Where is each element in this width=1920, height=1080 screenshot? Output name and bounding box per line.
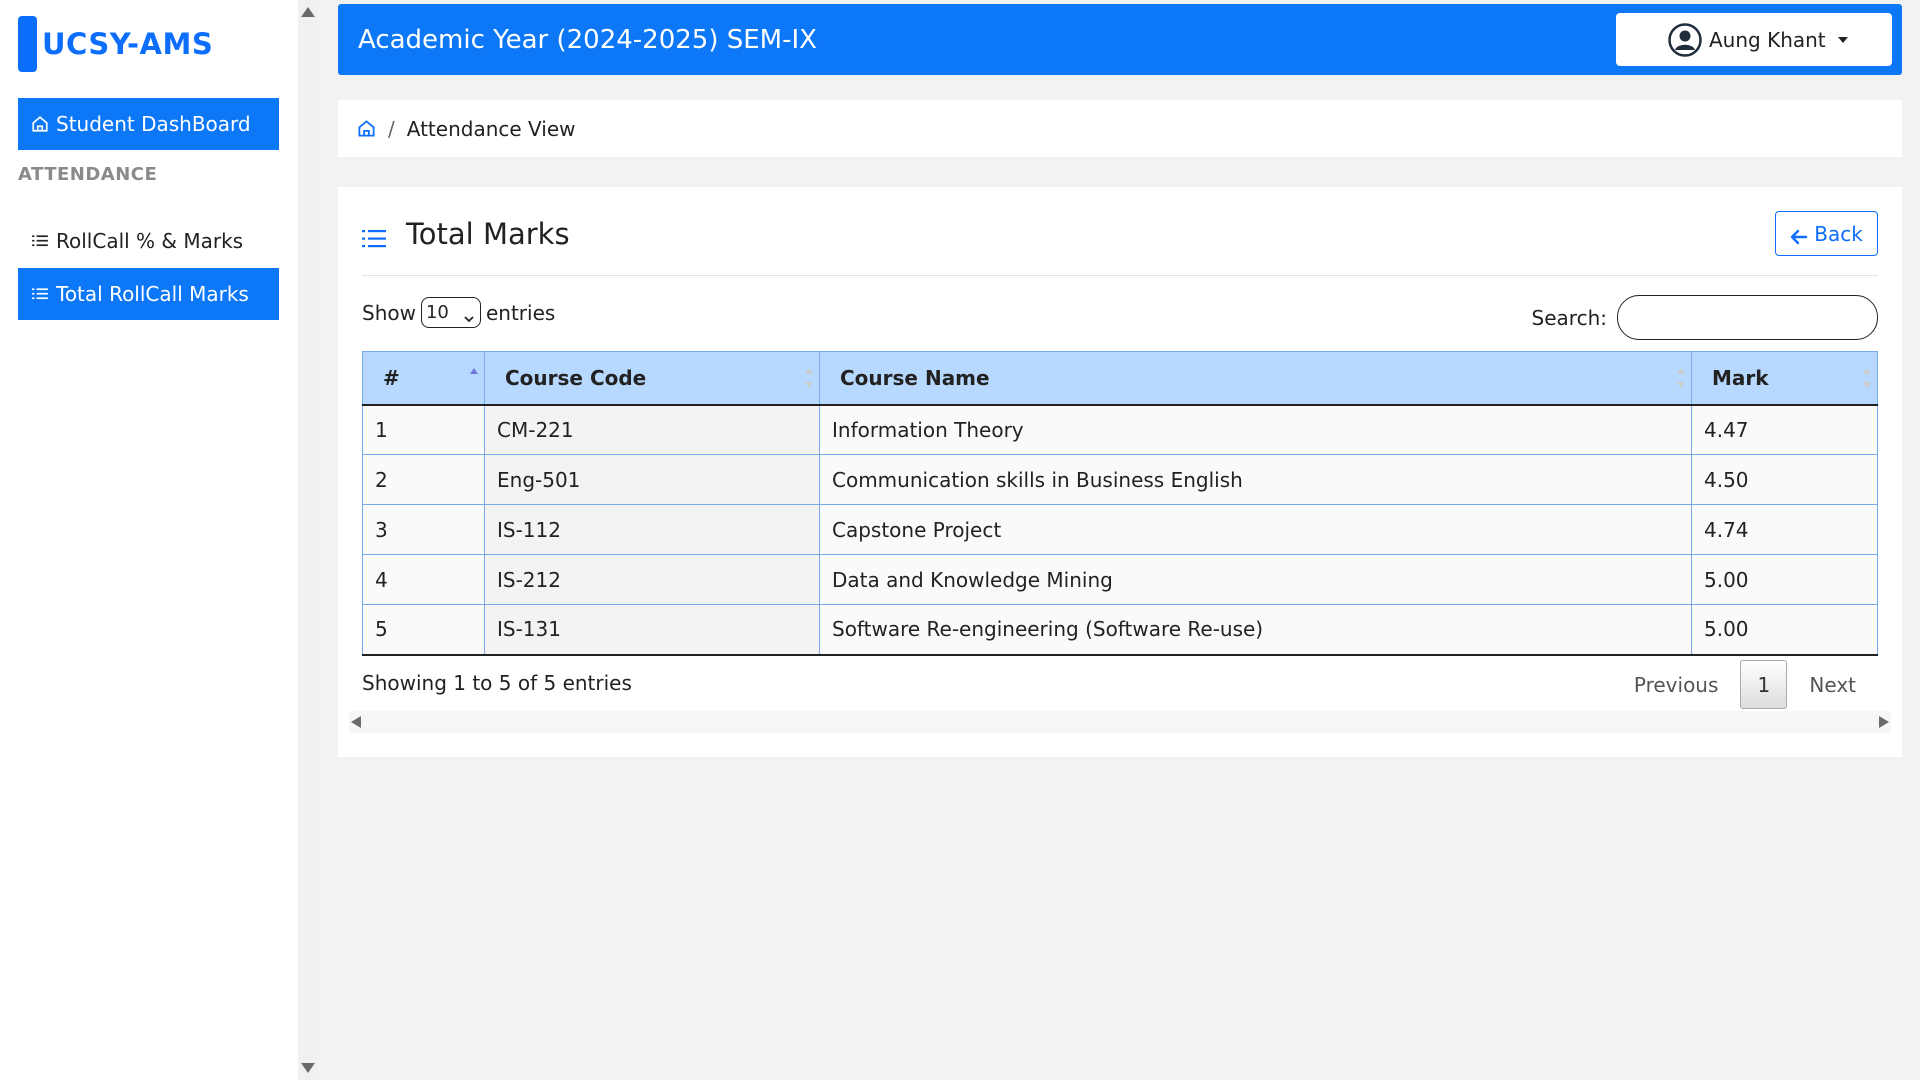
home-icon[interactable] [357,119,376,138]
page-title: Academic Year (2024-2025) SEM-IX [358,24,817,55]
cell-course-name: Data and Knowledge Mining [819,554,1692,605]
table-row: 2 Eng-501 Communication skills in Busine… [362,454,1878,505]
sort-icon [805,368,813,388]
scroll-up-arrow-icon[interactable] [301,7,315,17]
sidebar-item-label: Total RollCall Marks [56,282,249,306]
cell-number: 5 [362,604,485,656]
sort-icon [1863,368,1871,388]
column-header-label: Course Code [505,365,647,390]
cell-mark: 5.00 [1691,604,1878,656]
breadcrumb-current: Attendance View [406,116,576,141]
page-length-value: 10 [425,302,449,323]
cell-course-name: Communication skills in Business English [819,454,1692,505]
user-circle-icon [1668,22,1702,57]
cell-course-code: IS-112 [484,504,820,555]
sort-icon [1677,368,1685,388]
total-marks-card: Total Marks Back Show 10 entries Search:… [338,187,1902,757]
chevron-down-icon [1837,36,1848,43]
list-icon [31,232,49,250]
column-header-label: # [383,365,400,390]
sidebar: UCSY-AMS Student DashBoard ATTENDANCE Ro… [0,0,298,1080]
column-header-label: Course Name [840,365,990,390]
cell-mark: 4.47 [1691,404,1878,455]
back-button-label: Back [1814,221,1863,246]
next-page-button[interactable]: Next [1809,673,1856,697]
brand-logo[interactable]: UCSY-AMS [18,16,213,72]
entries-label: entries [485,300,556,325]
card-title-text: Total Marks [406,217,570,251]
search-control: Search: [1532,295,1878,340]
scroll-right-arrow-icon[interactable] [1879,716,1889,728]
brand-text: UCSY-AMS [42,27,214,61]
sidebar-item-student-dashboard[interactable]: Student DashBoard [18,98,279,150]
cell-course-code: IS-131 [484,604,820,656]
column-header-label: Mark [1712,365,1769,390]
sidebar-item-total-rollcall-marks[interactable]: Total RollCall Marks [18,268,279,320]
column-header-number[interactable]: # [362,351,485,406]
cell-course-code: Eng-501 [484,454,820,505]
pagination: Previous 1 Next [1612,660,1878,709]
show-label: Show [362,300,416,325]
table-row: 5 IS-131 Software Re-engineering (Softwa… [362,604,1878,656]
sidebar-item-label: Student DashBoard [56,112,251,136]
cell-course-code: CM-221 [484,404,820,455]
home-icon [31,115,49,133]
cell-mark: 4.50 [1691,454,1878,505]
scroll-left-arrow-icon[interactable] [351,716,361,728]
top-header: Academic Year (2024-2025) SEM-IX Aung Kh… [338,4,1902,75]
list-icon [362,223,386,248]
arrow-left-icon [1790,226,1808,244]
card-divider [362,275,1878,276]
search-input[interactable] [1617,295,1878,340]
user-menu-button[interactable]: Aung Khant [1616,13,1892,66]
cell-course-name: Capstone Project [819,504,1692,555]
column-header-course-code[interactable]: Course Code [484,351,820,406]
brand-bar [18,16,37,72]
breadcrumb: / Attendance View [338,100,1902,157]
sidebar-item-label: RollCall % & Marks [56,229,244,253]
marks-table: # Course Code Course Name Mark 1 CM-221 … [362,351,1878,656]
sidebar-item-rollcall-marks[interactable]: RollCall % & Marks [18,215,279,267]
back-button[interactable]: Back [1775,211,1878,256]
user-name: Aung Khant [1709,27,1826,52]
column-header-mark[interactable]: Mark [1691,351,1878,406]
table-header-row: # Course Code Course Name Mark [362,351,1878,406]
previous-page-button[interactable]: Previous [1634,673,1719,697]
page-length-control: Show 10 entries [362,297,555,328]
breadcrumb-separator: / [388,116,395,141]
sidebar-section-attendance: ATTENDANCE [18,164,158,185]
list-icon [31,285,49,303]
column-header-course-name[interactable]: Course Name [819,351,1692,406]
sort-asc-icon [470,368,478,388]
cell-course-name: Software Re-engineering (Software Re-use… [819,604,1692,656]
cell-number: 1 [362,404,485,455]
cell-number: 4 [362,554,485,605]
cell-number: 2 [362,454,485,505]
table-row: 1 CM-221 Information Theory 4.47 [362,404,1878,455]
sidebar-scrollbar[interactable] [298,0,318,1080]
page-1-button[interactable]: 1 [1740,660,1788,709]
table-row: 4 IS-212 Data and Knowledge Mining 5.00 [362,554,1878,605]
page-length-select[interactable]: 10 [420,297,481,328]
cell-mark: 5.00 [1691,554,1878,605]
table-info: Showing 1 to 5 of 5 entries [362,671,632,695]
scroll-down-arrow-icon[interactable] [301,1063,315,1073]
horizontal-scrollbar[interactable] [349,711,1891,733]
chevron-down-icon [464,308,474,322]
cell-course-code: IS-212 [484,554,820,605]
search-label: Search: [1531,305,1607,330]
cell-number: 3 [362,504,485,555]
cell-course-name: Information Theory [819,404,1692,455]
table-row: 3 IS-112 Capstone Project 4.74 [362,504,1878,555]
cell-mark: 4.74 [1691,504,1878,555]
card-title: Total Marks [362,217,570,251]
